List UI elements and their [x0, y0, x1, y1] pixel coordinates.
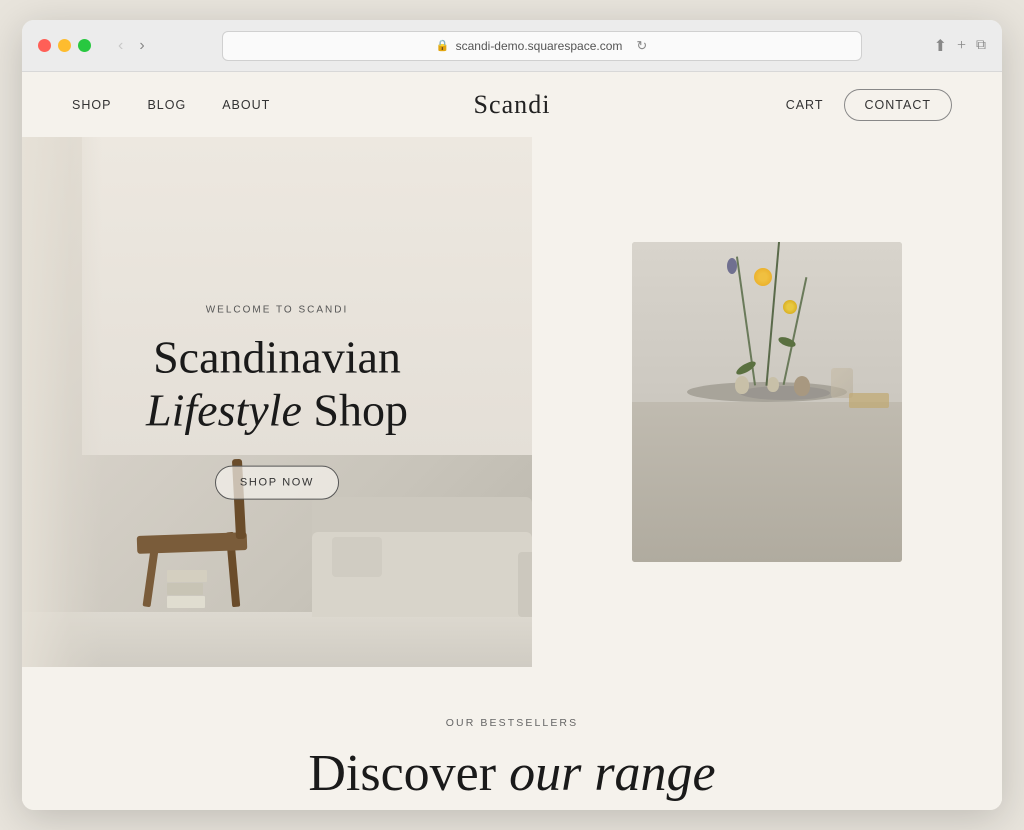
- nav-about[interactable]: ABOUT: [222, 98, 270, 112]
- address-bar[interactable]: 🔒 scandi-demo.squarespace.com ↻: [222, 31, 862, 61]
- add-tab-icon[interactable]: +: [957, 37, 966, 55]
- bestsellers-label: OUR BESTSELLERS: [22, 717, 1002, 729]
- cart-button[interactable]: CART: [786, 98, 824, 112]
- website: SHOP BLOG ABOUT Scandi CART CONTACT: [22, 72, 1002, 810]
- flower-head: [727, 258, 737, 274]
- floral-image: [632, 242, 902, 562]
- books-stack: [167, 570, 207, 609]
- flower-stem: [783, 277, 807, 385]
- contact-button[interactable]: CONTACT: [844, 89, 953, 121]
- refresh-icon[interactable]: ↻: [636, 38, 647, 54]
- hero-section: WELCOME TO SCANDI Scandinavian Lifestyle…: [22, 137, 1002, 667]
- hero-couch: [312, 497, 532, 617]
- couch-arm: [518, 552, 532, 617]
- lock-icon: 🔒: [436, 39, 450, 52]
- hero-curtain: [22, 137, 102, 667]
- back-button[interactable]: ‹: [113, 35, 128, 57]
- book: [167, 570, 207, 582]
- nav-shop[interactable]: SHOP: [72, 98, 111, 112]
- browser-window: ‹ › 🔒 scandi-demo.squarespace.com ↻ ⬆ + …: [22, 20, 1002, 810]
- nav-blog[interactable]: BLOG: [147, 98, 186, 112]
- flower-head: [754, 268, 772, 286]
- browser-controls: ‹ ›: [113, 35, 150, 57]
- hero-right: [532, 137, 1002, 667]
- forward-button[interactable]: ›: [134, 35, 149, 57]
- hero-title-italic: Lifestyle: [146, 385, 302, 436]
- bestsellers-section: OUR BESTSELLERS Discover our range: [22, 667, 1002, 802]
- hero-title: Scandinavian Lifestyle Shop: [146, 332, 408, 438]
- url-text: scandi-demo.squarespace.com: [456, 39, 623, 53]
- close-button[interactable]: [38, 39, 51, 52]
- discover-title: Discover our range: [22, 745, 1002, 802]
- floral-scene: [632, 242, 902, 562]
- plate-small: [740, 386, 830, 400]
- flower-stem: [766, 242, 781, 386]
- hero-subtitle: WELCOME TO SCANDI: [146, 305, 408, 316]
- hero-title-part1: Scandinavian: [153, 332, 401, 383]
- duplicate-tab-icon[interactable]: ⧉: [976, 38, 986, 54]
- nav-right: CART CONTACT: [786, 89, 952, 121]
- hero-text: WELCOME TO SCANDI Scandinavian Lifestyle…: [146, 305, 408, 500]
- table-surface: [632, 402, 902, 562]
- browser-chrome: ‹ › 🔒 scandi-demo.squarespace.com ↻ ⬆ + …: [22, 20, 1002, 72]
- maximize-button[interactable]: [78, 39, 91, 52]
- navigation: SHOP BLOG ABOUT Scandi CART CONTACT: [22, 72, 1002, 137]
- brand-logo[interactable]: Scandi: [473, 90, 550, 120]
- book: [167, 596, 205, 608]
- book: [167, 583, 203, 595]
- share-icon[interactable]: ⬆: [934, 36, 947, 56]
- woven-mat: [849, 393, 889, 408]
- egg: [767, 377, 779, 392]
- couch-pillow: [332, 537, 382, 577]
- egg: [735, 376, 749, 394]
- traffic-lights: [38, 39, 91, 52]
- shop-now-button[interactable]: SHOP NOW: [215, 465, 339, 499]
- browser-actions: ⬆ + ⧉: [934, 36, 986, 56]
- chair-seat: [137, 532, 248, 554]
- nav-left: SHOP BLOG ABOUT: [72, 98, 270, 112]
- minimize-button[interactable]: [58, 39, 71, 52]
- hero-image-left: WELCOME TO SCANDI Scandinavian Lifestyle…: [22, 137, 532, 667]
- egg: [794, 376, 810, 396]
- flower-head: [783, 300, 797, 314]
